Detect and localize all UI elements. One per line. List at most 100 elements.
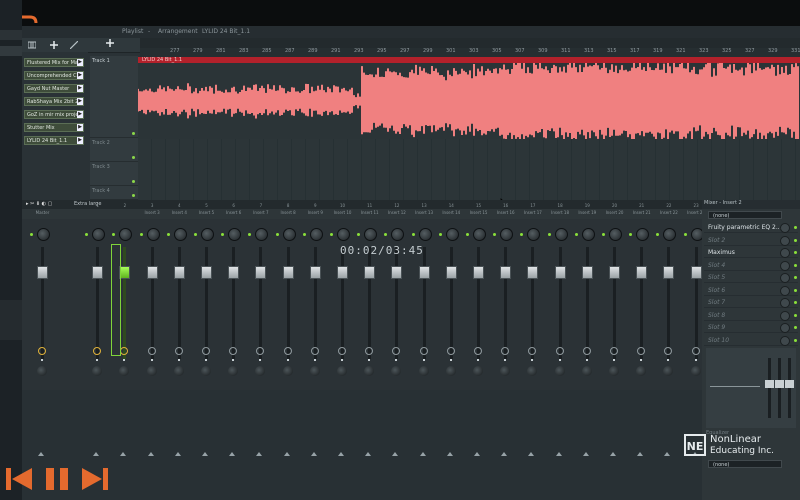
send-knob[interactable] bbox=[119, 366, 130, 376]
mixer-channel-strip[interactable]: Insert 21 21 bbox=[629, 203, 654, 389]
channel-active-led[interactable] bbox=[330, 233, 333, 236]
send-knob[interactable] bbox=[636, 366, 647, 376]
volume-fader[interactable] bbox=[500, 266, 512, 279]
slot-enable-led[interactable] bbox=[794, 301, 797, 304]
channel-active-led[interactable] bbox=[574, 233, 578, 236]
timeline-ruler[interactable]: 277 279 281 283 285 287 289 291 293 295 297 299 301 3… bbox=[140, 48, 800, 57]
route-arrow-icon[interactable] bbox=[310, 452, 317, 456]
effect-slot[interactable]: Slot 10 bbox=[704, 335, 798, 346]
effect-slot[interactable]: Slot 5 bbox=[704, 272, 798, 283]
mixer-channel-strip[interactable]: Master bbox=[30, 210, 55, 389]
route-arrow-icon[interactable] bbox=[528, 452, 535, 456]
mixer-channel-strip[interactable]: Insert 9 9 bbox=[302, 203, 328, 389]
slot-mix-knob[interactable] bbox=[780, 323, 790, 333]
mixer-channel-strip[interactable]: Insert 16 16 bbox=[493, 203, 518, 389]
slot-mix-knob[interactable] bbox=[780, 310, 790, 321]
route-arrow-icon[interactable] bbox=[93, 452, 100, 456]
pan-knob[interactable] bbox=[527, 228, 541, 241]
piano-icon[interactable] bbox=[28, 41, 36, 49]
volume-fader[interactable] bbox=[119, 266, 131, 279]
clip-list-item[interactable]: LYLID 24 Bit_1.1 ▶ bbox=[24, 136, 84, 145]
volume-fader[interactable] bbox=[581, 266, 593, 279]
channel-active-led[interactable] bbox=[411, 233, 415, 236]
send-knob[interactable] bbox=[364, 366, 375, 376]
slot-enable-led[interactable] bbox=[794, 276, 797, 279]
stereo-separation-icon[interactable] bbox=[283, 347, 292, 355]
send-knob[interactable] bbox=[609, 366, 619, 376]
clip-list-item[interactable]: Stutter Mix ▶ bbox=[24, 123, 84, 132]
route-arrow-icon[interactable] bbox=[338, 452, 344, 456]
route-arrow-icon[interactable] bbox=[582, 452, 589, 456]
send-knob[interactable] bbox=[282, 366, 293, 376]
track-header[interactable]: Track 1 bbox=[90, 56, 138, 138]
stereo-separation-icon[interactable] bbox=[120, 347, 129, 355]
volume-fader[interactable] bbox=[255, 266, 267, 279]
pan-knob[interactable] bbox=[663, 228, 677, 241]
slot-mix-knob[interactable] bbox=[780, 298, 790, 308]
route-arrow-icon[interactable] bbox=[202, 452, 208, 456]
previous-icon[interactable] bbox=[2, 462, 36, 496]
volume-fader[interactable] bbox=[690, 266, 702, 279]
effect-slot[interactable]: Slot 6 bbox=[704, 285, 798, 296]
channel-active-led[interactable] bbox=[629, 233, 633, 236]
volume-fader[interactable] bbox=[418, 266, 430, 279]
send-knob[interactable] bbox=[309, 366, 320, 376]
slot-mix-knob[interactable] bbox=[780, 273, 790, 283]
volume-fader[interactable] bbox=[527, 266, 539, 279]
stereo-separation-icon[interactable] bbox=[229, 347, 238, 355]
slot-enable-led[interactable] bbox=[794, 226, 797, 229]
volume-fader[interactable] bbox=[364, 266, 376, 279]
send-knob[interactable] bbox=[337, 366, 347, 376]
stereo-separation-icon[interactable] bbox=[174, 347, 183, 355]
stereo-separation-icon[interactable] bbox=[664, 347, 673, 355]
effect-slot[interactable]: Slot 9 bbox=[704, 322, 798, 333]
effect-slot[interactable]: Slot 4 bbox=[704, 260, 798, 271]
send-knob[interactable] bbox=[37, 366, 47, 376]
route-arrow-icon[interactable] bbox=[555, 452, 562, 456]
volume-fader[interactable] bbox=[282, 266, 294, 279]
clip-list-item[interactable]: Flustered Mix for Ma... ▶ bbox=[24, 58, 84, 67]
stereo-separation-icon[interactable] bbox=[147, 347, 156, 355]
route-arrow-icon[interactable] bbox=[147, 452, 154, 456]
brush-icon[interactable] bbox=[70, 41, 78, 49]
mixer-channel-strip[interactable]: Insert 8 8 bbox=[275, 203, 301, 389]
track-header[interactable]: Track 4 bbox=[90, 186, 138, 200]
mixer-channel-strip[interactable]: Insert 17 17 bbox=[520, 203, 545, 389]
channel-active-led[interactable] bbox=[194, 233, 197, 236]
clip-arrow-icon[interactable]: ▶ bbox=[77, 85, 83, 92]
channel-active-led[interactable] bbox=[166, 233, 170, 236]
stereo-separation-icon[interactable] bbox=[392, 347, 401, 355]
pan-knob[interactable] bbox=[364, 228, 378, 241]
next-icon[interactable] bbox=[78, 462, 112, 496]
volume-fader[interactable] bbox=[445, 266, 457, 279]
mixer-channel-strip[interactable]: Insert 4 4 bbox=[166, 203, 192, 389]
slot-enable-led[interactable] bbox=[794, 263, 797, 267]
pan-knob[interactable] bbox=[554, 228, 568, 241]
effect-slot[interactable]: Slot 7 bbox=[704, 297, 798, 308]
insert-input-select[interactable]: (none) bbox=[708, 211, 782, 219]
pan-knob[interactable] bbox=[473, 228, 486, 241]
pan-knob[interactable] bbox=[173, 228, 187, 241]
track-lanes[interactable]: LYLID 24 Bit_1.1 bbox=[137, 57, 800, 200]
insert-output-select[interactable]: (none) bbox=[708, 460, 782, 468]
route-arrow-icon[interactable] bbox=[446, 452, 453, 456]
stereo-separation-icon[interactable] bbox=[338, 347, 346, 355]
stereo-separation-icon[interactable] bbox=[474, 347, 482, 355]
mixer-channel-strip[interactable]: Insert 3 3 bbox=[139, 203, 165, 389]
mixer-channel-strip[interactable]: Insert 6 6 bbox=[221, 203, 246, 389]
stereo-separation-icon[interactable] bbox=[555, 347, 564, 355]
add-icon[interactable] bbox=[106, 39, 114, 47]
route-arrow-icon[interactable] bbox=[392, 452, 399, 456]
pan-knob[interactable] bbox=[146, 228, 160, 241]
slot-mix-knob[interactable] bbox=[780, 248, 790, 258]
effect-slot[interactable]: Maximus bbox=[704, 247, 798, 258]
channel-active-led[interactable] bbox=[30, 233, 33, 236]
track-led[interactable] bbox=[132, 180, 135, 183]
stereo-separation-icon[interactable] bbox=[419, 347, 428, 355]
volume-fader[interactable] bbox=[173, 266, 185, 279]
stereo-separation-icon[interactable] bbox=[256, 347, 265, 355]
route-arrow-icon[interactable] bbox=[120, 452, 127, 456]
pan-knob[interactable] bbox=[500, 228, 514, 241]
stereo-separation-icon[interactable] bbox=[310, 347, 319, 355]
channel-active-led[interactable] bbox=[139, 233, 143, 236]
